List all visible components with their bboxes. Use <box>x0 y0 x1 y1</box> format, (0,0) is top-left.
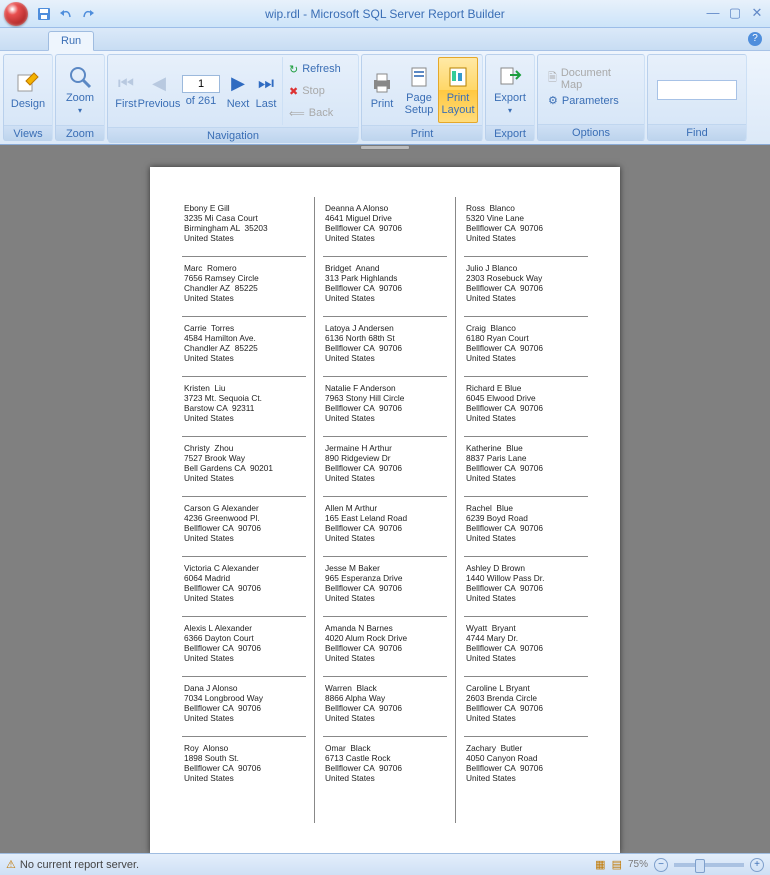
address-cell: Victoria C Alexander 6064 Madrid Bellflo… <box>182 557 306 617</box>
previous-icon: ◀ <box>152 73 166 94</box>
stop-button: ✖Stop <box>289 81 341 101</box>
address-cell: Ross Blanco 5320 Vine Lane Bellflower CA… <box>464 197 588 257</box>
address-cell: Roy Alonso 1898 South St. Bellflower CA … <box>182 737 306 797</box>
save-icon[interactable] <box>36 6 52 22</box>
zoom-percent[interactable]: 75% <box>628 859 648 870</box>
print-layout-button[interactable]: Print Layout <box>438 57 478 123</box>
address-cell: Craig Blanco 6180 Ryan Court Bellflower … <box>464 317 588 377</box>
splitter-handle[interactable] <box>360 145 410 150</box>
export-button[interactable]: Export▾ <box>490 57 530 123</box>
print-layout-icon <box>445 64 471 90</box>
address-cell: Richard E Blue 6045 Elwood Drive Bellflo… <box>464 377 588 437</box>
last-icon: ⏭ <box>258 73 274 94</box>
close-button[interactable]: ✕ <box>750 5 764 21</box>
address-cell: Katherine Blue 8837 Paris Lane Bellflowe… <box>464 437 588 497</box>
ribbon: Design Views Zoom▾ Zoom ⏮First ◀Previous… <box>0 51 770 145</box>
find-input[interactable] <box>657 80 737 100</box>
report-column: Ebony E Gill 3235 Mi Casa Court Birmingh… <box>174 197 315 823</box>
warning-icon: ⚠ <box>6 858 16 871</box>
back-button: ⟸Back <box>289 103 341 123</box>
stop-icon: ✖ <box>289 85 298 98</box>
previous-button[interactable]: ◀Previous <box>140 58 178 124</box>
address-cell: Kristen Liu 3723 Mt. Sequoia Ct. Barstow… <box>182 377 306 437</box>
view-icon-1[interactable]: ▦ <box>595 858 605 871</box>
page-indicator: of 261 <box>182 75 220 107</box>
address-cell: Zachary Butler 4050 Canyon Road Bellflow… <box>464 737 588 797</box>
view-icon-2[interactable]: ▤ <box>612 858 622 871</box>
title-bar: wip.rdl - Microsoft SQL Server Report Bu… <box>0 0 770 28</box>
back-icon: ⟸ <box>289 107 305 120</box>
tab-run[interactable]: Run <box>48 31 94 51</box>
address-cell: Rachel Blue 6239 Boyd Road Bellflower CA… <box>464 497 588 557</box>
parameters-icon: ⚙ <box>548 94 558 107</box>
zoom-out-button[interactable]: − <box>654 858 668 872</box>
address-cell: Deanna A Alonso 4641 Miguel Drive Bellfl… <box>323 197 447 257</box>
address-cell: Warren Black 8866 Alpha Way Bellflower C… <box>323 677 447 737</box>
group-label-print: Print <box>362 125 482 141</box>
document-map-button: 🗎Document Map <box>548 69 634 89</box>
maximize-button[interactable]: ▢ <box>728 5 742 21</box>
page-setup-icon <box>406 64 432 90</box>
help-button[interactable]: ? <box>748 32 762 46</box>
group-label-navigation: Navigation <box>108 127 358 143</box>
redo-icon[interactable] <box>80 6 96 22</box>
document-map-icon: 🗎 <box>548 69 557 88</box>
address-cell: Carson G Alexander 4236 Greenwood Pl. Be… <box>182 497 306 557</box>
address-cell: Jesse M Baker 965 Esperanza Drive Bellfl… <box>323 557 447 617</box>
address-cell: Wyatt Bryant 4744 Mary Dr. Bellflower CA… <box>464 617 588 677</box>
minimize-button[interactable]: — <box>706 5 720 21</box>
zoom-in-button[interactable]: + <box>750 858 764 872</box>
address-cell: Marc Romero 7656 Ramsey Circle Chandler … <box>182 257 306 317</box>
address-cell: Christy Zhou 7527 Brook Way Bell Gardens… <box>182 437 306 497</box>
refresh-icon: ↻ <box>289 63 298 76</box>
report-page: Ebony E Gill 3235 Mi Casa Court Birmingh… <box>150 167 620 853</box>
address-cell: Ebony E Gill 3235 Mi Casa Court Birmingh… <box>182 197 306 257</box>
window-title: wip.rdl - Microsoft SQL Server Report Bu… <box>0 7 770 21</box>
address-cell: Dana J Alonso 7034 Longbrood Way Bellflo… <box>182 677 306 737</box>
report-column: Ross Blanco 5320 Vine Lane Bellflower CA… <box>456 197 596 823</box>
print-icon <box>369 70 395 96</box>
address-cell: Allen M Arthur 165 East Leland Road Bell… <box>323 497 447 557</box>
address-cell: Julio J Blanco 2303 Rosebuck Way Bellflo… <box>464 257 588 317</box>
export-icon <box>497 64 523 90</box>
next-button[interactable]: ▶Next <box>224 58 252 124</box>
address-cell: Caroline L Bryant 2603 Brenda Circle Bel… <box>464 677 588 737</box>
address-cell: Omar Black 6713 Castle Rock Bellflower C… <box>323 737 447 797</box>
app-menu-button[interactable] <box>4 2 28 26</box>
page-setup-button[interactable]: Page Setup <box>400 57 438 123</box>
parameters-button[interactable]: ⚙Parameters <box>548 91 634 111</box>
address-cell: Natalie F Anderson 7963 Stony Hill Circl… <box>323 377 447 437</box>
page-number-input[interactable] <box>182 75 220 93</box>
first-button[interactable]: ⏮First <box>112 58 140 124</box>
next-icon: ▶ <box>231 73 245 94</box>
report-column: Deanna A Alonso 4641 Miguel Drive Bellfl… <box>315 197 456 823</box>
design-button[interactable]: Design <box>8 57 48 123</box>
ribbon-tab-row: Run ? <box>0 28 770 51</box>
address-cell: Amanda N Barnes 4020 Alum Rock Drive Bel… <box>323 617 447 677</box>
group-label-export: Export <box>486 125 534 141</box>
print-button[interactable]: Print <box>364 57 400 123</box>
undo-icon[interactable] <box>58 6 74 22</box>
group-label-views: Views <box>4 125 52 141</box>
address-cell: Alexis L Alexander 6366 Dayton Court Bel… <box>182 617 306 677</box>
zoom-button[interactable]: Zoom▾ <box>60 57 100 123</box>
design-icon <box>15 70 41 96</box>
status-message: No current report server. <box>20 859 139 871</box>
address-cell: Latoya J Andersen 6136 North 68th St Bel… <box>323 317 447 377</box>
first-icon: ⏮ <box>118 73 134 94</box>
group-label-find: Find <box>648 124 746 140</box>
address-cell: Jermaine H Arthur 890 Ridgeview Dr Bellf… <box>323 437 447 497</box>
status-bar: ⚠ No current report server. ▦ ▤ 75% − + <box>0 853 770 875</box>
refresh-button[interactable]: ↻Refresh <box>289 59 341 79</box>
address-cell: Ashley D Brown 1440 Willow Pass Dr. Bell… <box>464 557 588 617</box>
group-label-options: Options <box>538 124 644 140</box>
address-cell: Carrie Torres 4584 Hamilton Ave. Chandle… <box>182 317 306 377</box>
zoom-slider[interactable] <box>674 863 744 867</box>
report-viewer[interactable]: Ebony E Gill 3235 Mi Casa Court Birmingh… <box>0 145 770 853</box>
address-cell: Bridget Anand 313 Park Highlands Bellflo… <box>323 257 447 317</box>
last-button[interactable]: ⏭Last <box>252 58 280 124</box>
group-label-zoom: Zoom <box>56 125 104 141</box>
zoom-icon <box>67 64 93 90</box>
